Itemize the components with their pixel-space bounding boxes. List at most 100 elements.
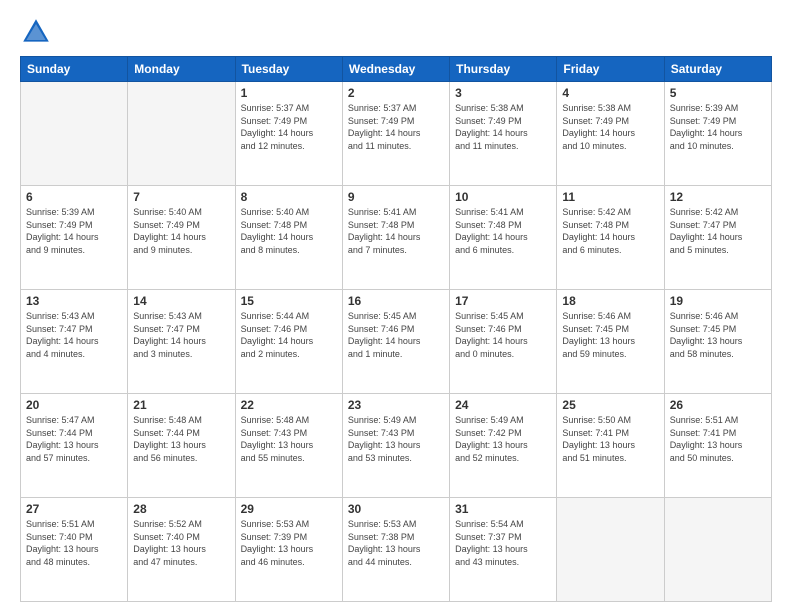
day-number: 1 xyxy=(241,86,337,100)
calendar-cell: 14 Sunrise: 5:43 AM Sunset: 7:47 PM Dayli… xyxy=(128,290,235,394)
day-info: Sunrise: 5:40 AM Sunset: 7:49 PM Dayligh… xyxy=(133,206,229,256)
day-number: 8 xyxy=(241,190,337,204)
calendar-cell: 27 Sunrise: 5:51 AM Sunset: 7:40 PM Dayli… xyxy=(21,498,128,602)
calendar-cell: 20 Sunrise: 5:47 AM Sunset: 7:44 PM Dayli… xyxy=(21,394,128,498)
day-info: Sunrise: 5:38 AM Sunset: 7:49 PM Dayligh… xyxy=(562,102,658,152)
day-info: Sunrise: 5:46 AM Sunset: 7:45 PM Dayligh… xyxy=(670,310,766,360)
calendar-cell: 21Sunrise: 5:48 AM Sunset: 7:44 PM Dayli… xyxy=(128,394,235,498)
day-info: Sunrise: 5:49 AM Sunset: 7:43 PM Dayligh… xyxy=(348,414,444,464)
calendar-cell: 3 Sunrise: 5:38 AM Sunset: 7:49 PM Daylig… xyxy=(450,82,557,186)
calendar-cell: 23 Sunrise: 5:49 AM Sunset: 7:43 PM Dayli… xyxy=(342,394,449,498)
day-info: Sunrise: 5:54 AM Sunset: 7:37 PM Dayligh… xyxy=(455,518,551,568)
calendar-cell: 11 Sunrise: 5:42 AM Sunset: 7:48 PM Dayli… xyxy=(557,186,664,290)
day-number: 25 xyxy=(562,398,658,412)
day-info: Sunrise: 5:41 AM Sunset: 7:48 PM Dayligh… xyxy=(455,206,551,256)
calendar-cell: 1 Sunrise: 5:37 AM Sunset: 7:49 PM Daylig… xyxy=(235,82,342,186)
day-info: Sunrise: 5:43 AM Sunset: 7:47 PM Dayligh… xyxy=(26,310,122,360)
calendar-cell xyxy=(21,82,128,186)
day-info: Sunrise: 5:43 AM Sunset: 7:47 PM Dayligh… xyxy=(133,310,229,360)
day-number: 16 xyxy=(348,294,444,308)
weekday-header-sunday: Sunday xyxy=(21,57,128,82)
week-row-4: 20 Sunrise: 5:47 AM Sunset: 7:44 PM Dayli… xyxy=(21,394,772,498)
weekday-header-thursday: Thursday xyxy=(450,57,557,82)
calendar-cell: 26 Sunrise: 5:51 AM Sunset: 7:41 PM Dayli… xyxy=(664,394,771,498)
weekday-header-monday: Monday xyxy=(128,57,235,82)
calendar-cell: 25 Sunrise: 5:50 AM Sunset: 7:41 PM Dayli… xyxy=(557,394,664,498)
day-info: Sunrise: 5:41 AM Sunset: 7:48 PM Dayligh… xyxy=(348,206,444,256)
weekday-header-tuesday: Tuesday xyxy=(235,57,342,82)
day-number: 10 xyxy=(455,190,551,204)
day-number: 17 xyxy=(455,294,551,308)
day-number: 5 xyxy=(670,86,766,100)
calendar-cell: 29Sunrise: 5:53 AM Sunset: 7:39 PM Dayli… xyxy=(235,498,342,602)
day-number: 27 xyxy=(26,502,122,516)
day-info: Sunrise: 5:37 AM Sunset: 7:49 PM Dayligh… xyxy=(241,102,337,152)
calendar-cell xyxy=(664,498,771,602)
calendar-cell: 13 Sunrise: 5:43 AM Sunset: 7:47 PM Dayli… xyxy=(21,290,128,394)
day-info: Sunrise: 5:44 AM Sunset: 7:46 PM Dayligh… xyxy=(241,310,337,360)
week-row-3: 13 Sunrise: 5:43 AM Sunset: 7:47 PM Dayli… xyxy=(21,290,772,394)
calendar-cell: 22Sunrise: 5:48 AM Sunset: 7:43 PM Dayli… xyxy=(235,394,342,498)
day-info: Sunrise: 5:45 AM Sunset: 7:46 PM Dayligh… xyxy=(348,310,444,360)
day-info: Sunrise: 5:40 AM Sunset: 7:48 PM Dayligh… xyxy=(241,206,337,256)
logo-icon xyxy=(20,16,52,48)
day-number: 13 xyxy=(26,294,122,308)
calendar-cell: 7 Sunrise: 5:40 AM Sunset: 7:49 PM Daylig… xyxy=(128,186,235,290)
day-number: 20 xyxy=(26,398,122,412)
page: SundayMondayTuesdayWednesdayThursdayFrid… xyxy=(0,0,792,612)
calendar-table: SundayMondayTuesdayWednesdayThursdayFrid… xyxy=(20,56,772,602)
calendar-cell: 12 Sunrise: 5:42 AM Sunset: 7:47 PM Dayli… xyxy=(664,186,771,290)
day-info: Sunrise: 5:46 AM Sunset: 7:45 PM Dayligh… xyxy=(562,310,658,360)
day-info: Sunrise: 5:38 AM Sunset: 7:49 PM Dayligh… xyxy=(455,102,551,152)
day-info: Sunrise: 5:42 AM Sunset: 7:48 PM Dayligh… xyxy=(562,206,658,256)
calendar-cell: 9 Sunrise: 5:41 AM Sunset: 7:48 PM Daylig… xyxy=(342,186,449,290)
day-number: 4 xyxy=(562,86,658,100)
day-info: Sunrise: 5:42 AM Sunset: 7:47 PM Dayligh… xyxy=(670,206,766,256)
weekday-header-saturday: Saturday xyxy=(664,57,771,82)
day-number: 23 xyxy=(348,398,444,412)
calendar-cell: 15 Sunrise: 5:44 AM Sunset: 7:46 PM Dayli… xyxy=(235,290,342,394)
day-number: 28 xyxy=(133,502,229,516)
calendar-cell: 24 Sunrise: 5:49 AM Sunset: 7:42 PM Dayli… xyxy=(450,394,557,498)
day-number: 24 xyxy=(455,398,551,412)
day-info: Sunrise: 5:47 AM Sunset: 7:44 PM Dayligh… xyxy=(26,414,122,464)
day-number: 18 xyxy=(562,294,658,308)
calendar-cell xyxy=(557,498,664,602)
logo xyxy=(20,16,56,48)
day-info: Sunrise: 5:39 AM Sunset: 7:49 PM Dayligh… xyxy=(26,206,122,256)
day-number: 26 xyxy=(670,398,766,412)
day-info: Sunrise: 5:51 AM Sunset: 7:40 PM Dayligh… xyxy=(26,518,122,568)
weekday-header-wednesday: Wednesday xyxy=(342,57,449,82)
weekday-header-friday: Friday xyxy=(557,57,664,82)
day-number: 31 xyxy=(455,502,551,516)
day-number: 15 xyxy=(241,294,337,308)
week-row-5: 27 Sunrise: 5:51 AM Sunset: 7:40 PM Dayli… xyxy=(21,498,772,602)
calendar-cell: 8 Sunrise: 5:40 AM Sunset: 7:48 PM Daylig… xyxy=(235,186,342,290)
calendar-cell: 30Sunrise: 5:53 AM Sunset: 7:38 PM Dayli… xyxy=(342,498,449,602)
day-info: Sunrise: 5:39 AM Sunset: 7:49 PM Dayligh… xyxy=(670,102,766,152)
day-number: 30 xyxy=(348,502,444,516)
calendar-cell: 19Sunrise: 5:46 AM Sunset: 7:45 PM Dayli… xyxy=(664,290,771,394)
day-info: Sunrise: 5:51 AM Sunset: 7:41 PM Dayligh… xyxy=(670,414,766,464)
day-number: 14 xyxy=(133,294,229,308)
calendar-cell: 16 Sunrise: 5:45 AM Sunset: 7:46 PM Dayli… xyxy=(342,290,449,394)
day-info: Sunrise: 5:37 AM Sunset: 7:49 PM Dayligh… xyxy=(348,102,444,152)
day-number: 3 xyxy=(455,86,551,100)
day-number: 2 xyxy=(348,86,444,100)
day-number: 29 xyxy=(241,502,337,516)
day-number: 22 xyxy=(241,398,337,412)
weekday-header-row: SundayMondayTuesdayWednesdayThursdayFrid… xyxy=(21,57,772,82)
day-number: 7 xyxy=(133,190,229,204)
calendar-cell: 4 Sunrise: 5:38 AM Sunset: 7:49 PM Daylig… xyxy=(557,82,664,186)
calendar-cell: 2 Sunrise: 5:37 AM Sunset: 7:49 PM Daylig… xyxy=(342,82,449,186)
calendar-cell: 31 Sunrise: 5:54 AM Sunset: 7:37 PM Dayli… xyxy=(450,498,557,602)
header xyxy=(20,16,772,48)
calendar-cell: 17Sunrise: 5:45 AM Sunset: 7:46 PM Dayli… xyxy=(450,290,557,394)
day-info: Sunrise: 5:50 AM Sunset: 7:41 PM Dayligh… xyxy=(562,414,658,464)
calendar-cell: 18 Sunrise: 5:46 AM Sunset: 7:45 PM Dayli… xyxy=(557,290,664,394)
day-number: 21 xyxy=(133,398,229,412)
day-number: 12 xyxy=(670,190,766,204)
day-number: 11 xyxy=(562,190,658,204)
day-number: 9 xyxy=(348,190,444,204)
day-info: Sunrise: 5:49 AM Sunset: 7:42 PM Dayligh… xyxy=(455,414,551,464)
